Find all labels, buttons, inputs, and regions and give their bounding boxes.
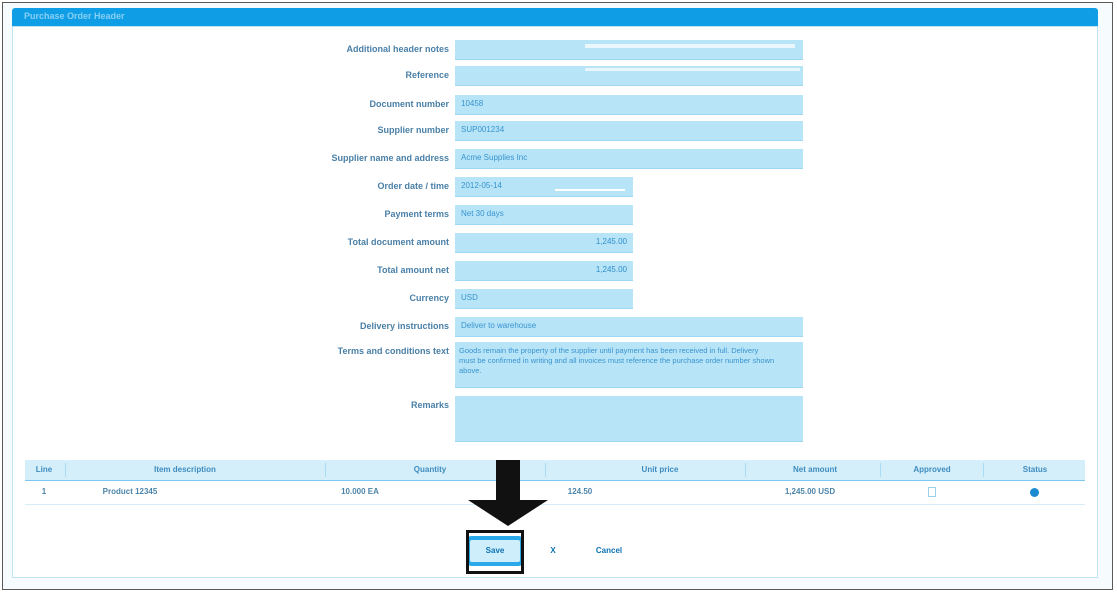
field-label-total-net: Total amount net (377, 265, 449, 275)
field-label-document-number: Document number (369, 99, 449, 109)
field-value: 1,245.00 (595, 237, 627, 246)
cell-description: Product 12345 (102, 487, 158, 496)
column-header-quantity[interactable]: Quantity (355, 465, 505, 474)
column-header-unit-price[interactable]: Unit price (585, 465, 735, 474)
status-dot-icon (1030, 488, 1039, 497)
table-row[interactable]: 1 Product 12345 10.000 EA 124.50 1,245.0… (25, 482, 1085, 505)
field-shading (555, 203, 625, 205)
cancel-button[interactable]: Cancel (585, 540, 633, 562)
field-supplier-number[interactable]: SUP001234 (455, 121, 803, 141)
column-header-description[interactable]: Item description (95, 465, 275, 474)
field-total-amount[interactable]: 1,245.00 (455, 233, 633, 253)
field-payment-terms[interactable]: Net 30 days (455, 203, 633, 225)
field-delivery-instructions[interactable]: Deliver to warehouse (455, 317, 803, 337)
cell-net-amount: 1,245.00 USD (784, 487, 836, 496)
field-value: 10458 (461, 99, 484, 108)
field-value: Deliver to warehouse (461, 321, 537, 330)
down-arrow-icon-head (468, 500, 548, 526)
window-titlebar: Purchase Order Header (12, 8, 1098, 26)
window-title: Purchase Order Header (24, 11, 125, 21)
approved-checkbox[interactable] (928, 487, 936, 497)
field-label-payment-terms: Payment terms (384, 209, 449, 219)
close-button[interactable]: X (540, 540, 566, 562)
column-divider (65, 463, 66, 477)
field-label-supplier-name: Supplier name and address (331, 153, 449, 163)
field-value: Acme Supplies Inc (461, 153, 528, 162)
field-label-total-amount: Total document amount (347, 237, 449, 247)
field-label-additional-notes: Additional header notes (346, 44, 449, 54)
cell-unit-price: 124.50 (567, 487, 593, 496)
column-divider (880, 463, 881, 477)
column-header-status[interactable]: Status (990, 465, 1080, 474)
field-value: Goods remain the property of the supplie… (459, 346, 775, 375)
column-divider (325, 463, 326, 477)
field-supplier-name[interactable]: Acme Supplies Inc (455, 149, 803, 169)
column-header-net-amount[interactable]: Net amount (755, 465, 875, 474)
field-label-terms-text: Terms and conditions text (337, 346, 449, 356)
field-label-currency: Currency (409, 293, 449, 303)
column-divider (983, 463, 984, 477)
field-total-net[interactable]: 1,245.00 (455, 261, 633, 281)
cell-line: 1 (41, 487, 47, 496)
column-header-approved[interactable]: Approved (887, 465, 977, 474)
column-header-line[interactable]: Line (31, 465, 57, 474)
column-divider (745, 463, 746, 477)
field-value: SUP001234 (461, 125, 505, 134)
field-label-order-date: Order date / time (377, 181, 449, 191)
field-label-remarks: Remarks (410, 400, 449, 410)
field-label-supplier-number: Supplier number (377, 125, 449, 135)
column-divider (545, 463, 546, 477)
field-value: 2012-05-14 (461, 181, 502, 190)
down-arrow-icon (496, 460, 520, 500)
field-document-number[interactable]: 10458 (455, 95, 803, 115)
cell-quantity: 10.000 EA (341, 487, 379, 496)
field-label-delivery-instructions: Delivery instructions (359, 321, 449, 331)
field-shading (555, 189, 625, 191)
highlight-box (466, 530, 524, 574)
field-currency[interactable]: USD (455, 289, 633, 309)
field-value: USD (461, 293, 478, 302)
field-value: Net 30 days (461, 209, 504, 218)
field-shading (585, 68, 800, 71)
field-terms-text[interactable]: Goods remain the property of the supplie… (455, 342, 803, 388)
grid-header: Line Item description Quantity Unit pric… (25, 460, 1085, 481)
field-remarks[interactable] (455, 396, 803, 442)
field-order-date[interactable]: 2012-05-14 (455, 177, 633, 197)
field-value: 1,245.00 (595, 265, 627, 274)
field-shading (585, 44, 795, 48)
field-label-reference: Reference (405, 70, 449, 80)
field-reference[interactable] (455, 66, 803, 86)
field-additional-notes[interactable] (455, 40, 803, 60)
